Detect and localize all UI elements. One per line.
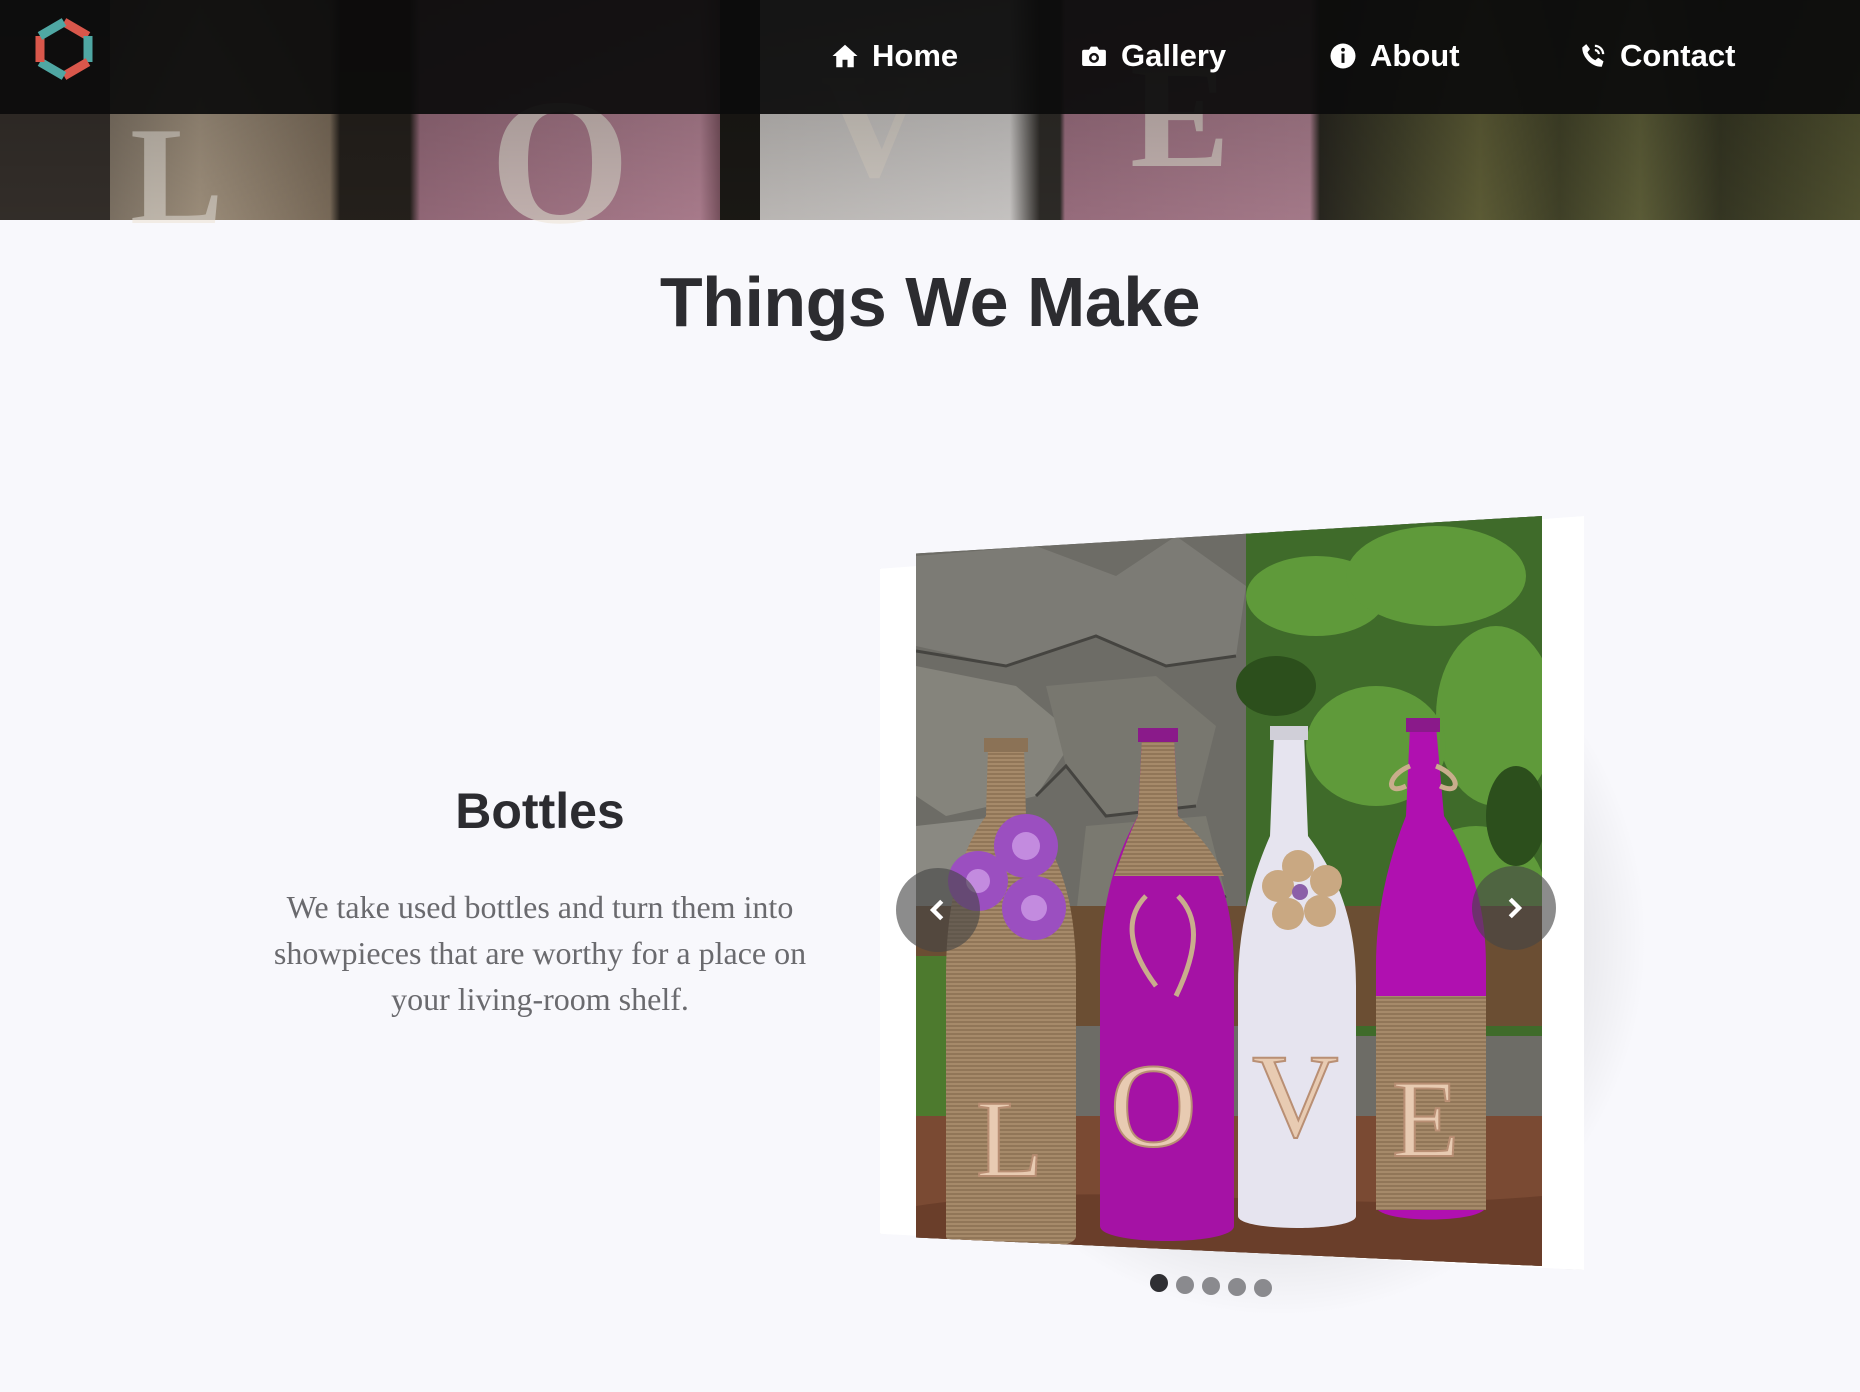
product-description: We take used bottles and turn them into … [273, 889, 807, 1017]
chevron-right-icon [1508, 897, 1523, 919]
carousel-dot[interactable] [1176, 1276, 1194, 1294]
carousel-dot[interactable] [1202, 1277, 1220, 1295]
logo-icon [35, 18, 93, 80]
bottle-letter-e: E [1392, 1058, 1459, 1180]
phone-icon [1582, 44, 1605, 67]
nav-gallery-label: Gallery [1121, 38, 1227, 73]
home-icon [832, 44, 858, 68]
nav-gallery-link[interactable]: Gallery [1079, 34, 1226, 78]
bottle-letter-o: O [1110, 1039, 1197, 1172]
carousel-slide-image: L O V E [916, 516, 1542, 1266]
nav-contact-link[interactable]: Contact [1578, 34, 1735, 78]
nav-contact-label: Contact [1620, 38, 1736, 73]
navbar: Home Gallery About Contact [0, 0, 1860, 114]
carousel-dot[interactable] [1254, 1279, 1272, 1297]
carousel-indicators [1150, 1274, 1290, 1302]
carousel-prev-button[interactable] [896, 868, 980, 952]
carousel-dot[interactable] [1228, 1278, 1246, 1296]
info-icon [1330, 43, 1356, 69]
chevron-left-icon [929, 899, 944, 921]
carousel-dot[interactable] [1150, 1274, 1168, 1292]
section-title: Things We Make [659, 263, 1201, 341]
camera-icon [1082, 46, 1106, 66]
nav-about-label: About [1370, 38, 1460, 73]
nav-about-link[interactable]: About [1328, 34, 1460, 78]
logo[interactable] [30, 16, 98, 84]
nav-home-link[interactable]: Home [830, 34, 958, 78]
carousel-next-button[interactable] [1472, 866, 1556, 950]
bottle-letter-v: V [1252, 1029, 1339, 1162]
product-name: Bottles [455, 783, 625, 839]
bottles-photo: L O V E [916, 516, 1542, 1266]
bottle-letter-l: L [976, 1078, 1043, 1200]
nav-home-label: Home [872, 38, 959, 73]
